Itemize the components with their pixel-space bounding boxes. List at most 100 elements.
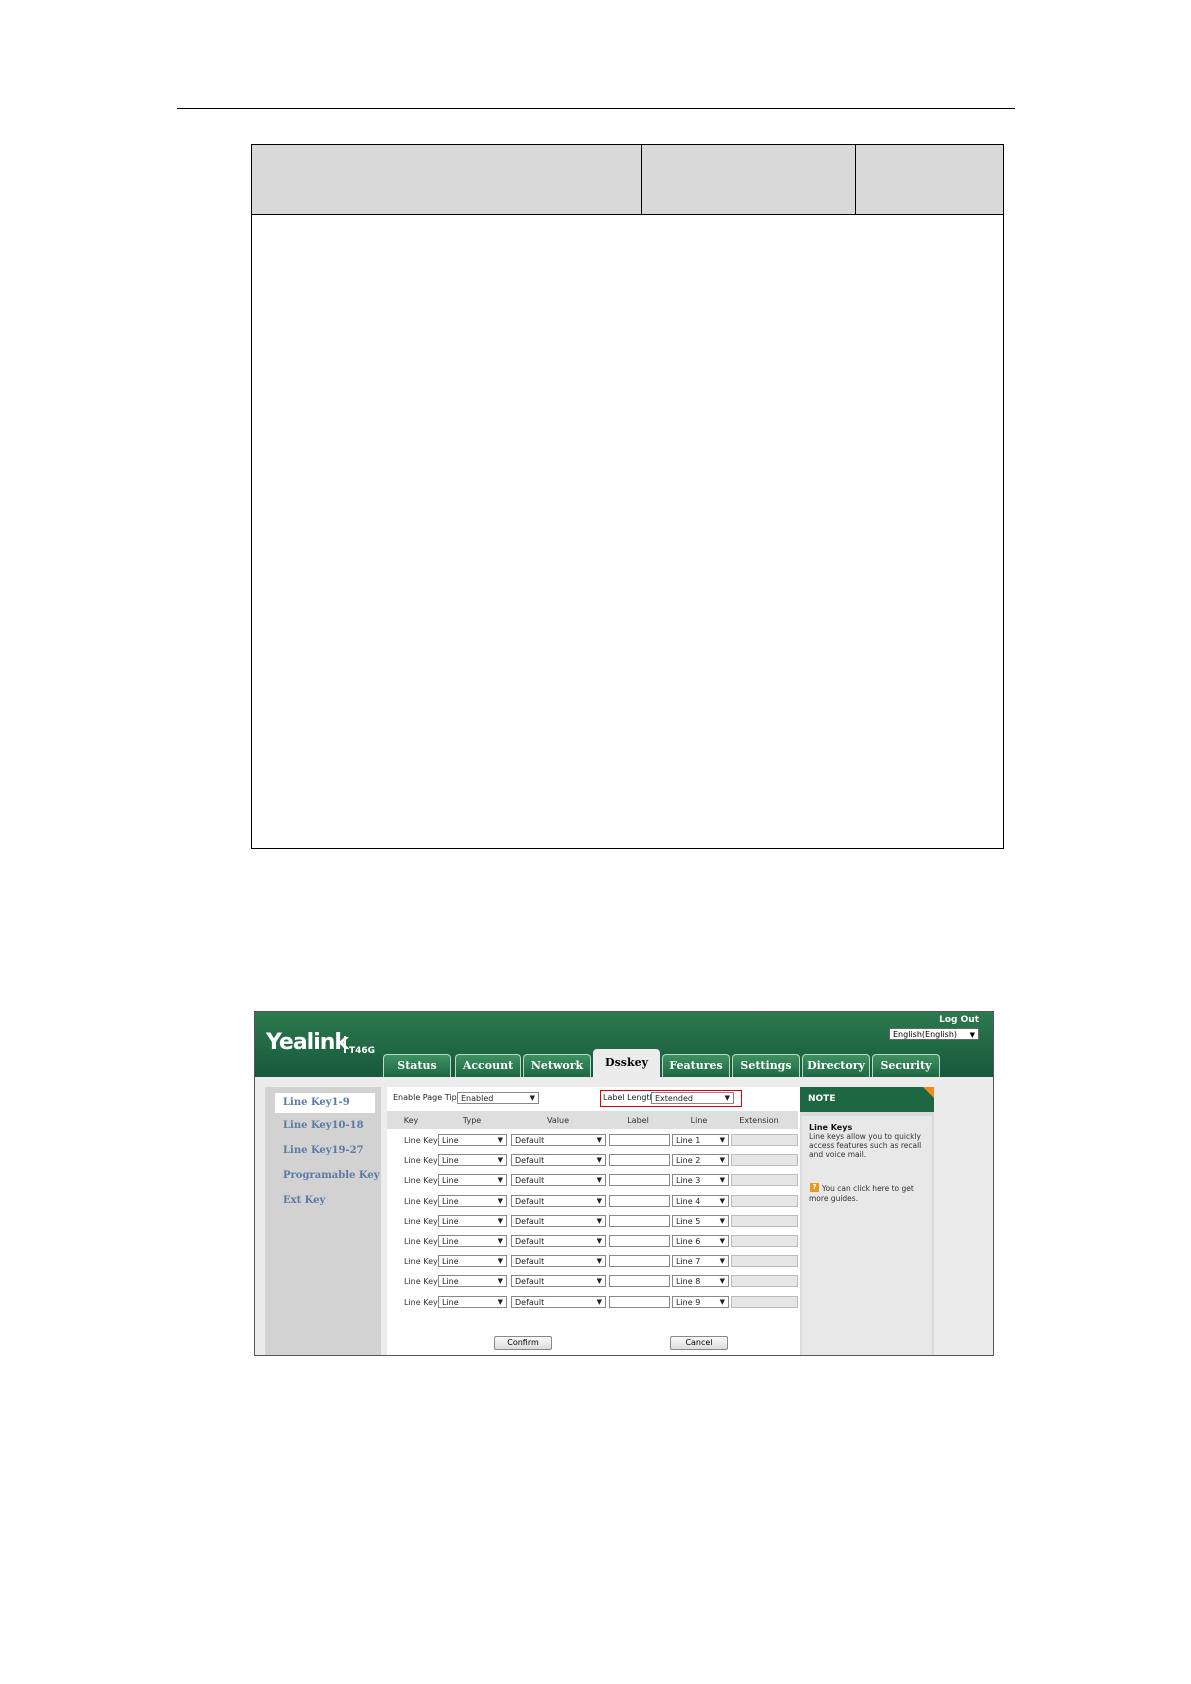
label-input[interactable] bbox=[609, 1275, 670, 1288]
type-select[interactable]: Line ▼ bbox=[438, 1154, 507, 1167]
tab-dsskey[interactable]: Dsskey bbox=[593, 1049, 660, 1077]
tab-features[interactable]: Features bbox=[662, 1054, 730, 1077]
tab-network[interactable]: Network bbox=[523, 1054, 591, 1077]
line-select[interactable]: Line 9 ▼ bbox=[672, 1295, 729, 1308]
column-header: Line bbox=[690, 1116, 708, 1125]
value-select-value: Default bbox=[515, 1277, 545, 1287]
column-header: Key bbox=[403, 1116, 419, 1125]
value-select[interactable]: Default ▼ bbox=[511, 1154, 606, 1167]
web-ui-screenshot: Yealink T46G Log Out English(English) ▼ … bbox=[254, 1011, 994, 1356]
value-select[interactable]: Default ▼ bbox=[511, 1134, 606, 1146]
value-select[interactable]: Default ▼ bbox=[511, 1174, 606, 1187]
chevron-down-icon: ▼ bbox=[719, 1297, 725, 1306]
enable-page-tips-select[interactable]: Enabled ▼ bbox=[457, 1092, 539, 1104]
chevron-down-icon: ▼ bbox=[719, 1277, 725, 1286]
chevron-down-icon: ▼ bbox=[497, 1237, 503, 1245]
value-select[interactable]: Default ▼ bbox=[511, 1275, 606, 1288]
line-select[interactable]: Line 3 ▼ bbox=[672, 1174, 729, 1187]
key-label: Line Key6 bbox=[404, 1237, 443, 1246]
type-select[interactable]: Line ▼ bbox=[438, 1174, 507, 1187]
label-length-label: Label Length bbox=[603, 1093, 655, 1102]
label-input[interactable] bbox=[609, 1154, 670, 1167]
value-select[interactable]: Default ▼ bbox=[511, 1255, 606, 1268]
chevron-down-icon: ▼ bbox=[596, 1297, 602, 1306]
type-select[interactable]: Line ▼ bbox=[438, 1214, 507, 1227]
value-select[interactable]: Default ▼ bbox=[511, 1214, 606, 1227]
line-select[interactable]: Line 2 ▼ bbox=[672, 1154, 729, 1167]
label-input[interactable] bbox=[609, 1255, 670, 1268]
tab-account[interactable]: Account bbox=[455, 1054, 521, 1077]
type-select[interactable]: Line ▼ bbox=[438, 1235, 507, 1247]
phone-model: T46G bbox=[349, 1046, 376, 1056]
type-select[interactable]: Line ▼ bbox=[438, 1275, 507, 1288]
language-value: English(English) bbox=[893, 1030, 958, 1039]
guide-link[interactable]: You can click here to get more guides. bbox=[809, 1184, 927, 1204]
line-select-value: Line 9 bbox=[676, 1297, 701, 1307]
top-header: Yealink T46G Log Out English(English) ▼ … bbox=[255, 1012, 993, 1077]
value-select[interactable]: Default ▼ bbox=[511, 1295, 606, 1308]
nav-item[interactable]: Line Key19-27 bbox=[283, 1145, 364, 1156]
column-header: Label bbox=[627, 1116, 649, 1125]
table-row: Line Key9 Line ▼ Default ▼ Line 9 ▼ bbox=[387, 1295, 798, 1310]
label-length-select[interactable]: Extended ▼ bbox=[651, 1092, 734, 1104]
note-heading: NOTE bbox=[800, 1087, 934, 1112]
type-select[interactable]: Line ▼ bbox=[438, 1134, 507, 1146]
value-select[interactable]: Default ▼ bbox=[511, 1194, 606, 1207]
table-row: Line Key5 Line ▼ Default ▼ Line 5 ▼ bbox=[387, 1214, 798, 1229]
value-select-value: Default bbox=[515, 1257, 545, 1267]
value-select[interactable]: Default ▼ bbox=[511, 1235, 606, 1247]
type-select-value: Line bbox=[442, 1136, 459, 1145]
type-select-value: Line bbox=[442, 1216, 459, 1226]
nav-item[interactable]: Ext Key bbox=[283, 1195, 325, 1206]
value-select-value: Default bbox=[515, 1237, 545, 1246]
chevron-down-icon: ▼ bbox=[497, 1277, 503, 1286]
label-input[interactable] bbox=[609, 1295, 670, 1308]
type-select[interactable]: Line ▼ bbox=[438, 1295, 507, 1308]
line-select[interactable]: Line 8 ▼ bbox=[672, 1275, 729, 1288]
chevron-down-icon: ▼ bbox=[596, 1196, 602, 1205]
note-panel: NOTE Line Keys Line keys allow you to qu… bbox=[800, 1087, 934, 1355]
confirm-button[interactable]: Confirm bbox=[494, 1336, 552, 1350]
line-select[interactable]: Line 4 ▼ bbox=[672, 1194, 729, 1207]
tab-security[interactable]: Security bbox=[872, 1054, 940, 1077]
language-select[interactable]: English(English) ▼ bbox=[889, 1028, 979, 1040]
extension-input bbox=[731, 1275, 798, 1288]
line-select[interactable]: Line 1 ▼ bbox=[672, 1134, 729, 1146]
logo-separator bbox=[344, 1036, 346, 1053]
label-input[interactable] bbox=[609, 1194, 670, 1207]
nav-item[interactable]: Line Key10-18 bbox=[283, 1120, 364, 1131]
line-select[interactable]: Line 6 ▼ bbox=[672, 1235, 729, 1247]
chevron-down-icon: ▼ bbox=[719, 1196, 725, 1205]
chevron-down-icon: ▼ bbox=[719, 1257, 725, 1266]
extension-input bbox=[731, 1194, 798, 1207]
content-area: Line Key1-9 Line Key10-18 Line Key19-27 Pro… bbox=[255, 1079, 993, 1355]
type-select[interactable]: Line ▼ bbox=[438, 1194, 507, 1207]
chevron-down-icon: ▼ bbox=[719, 1237, 725, 1245]
tab-status[interactable]: Status bbox=[383, 1054, 451, 1077]
type-select-value: Line bbox=[442, 1277, 459, 1287]
line-select[interactable]: Line 5 ▼ bbox=[672, 1214, 729, 1227]
chevron-down-icon: ▼ bbox=[596, 1136, 602, 1144]
type-select-value: Line bbox=[442, 1237, 459, 1246]
type-select[interactable]: Line ▼ bbox=[438, 1255, 507, 1268]
nav-item[interactable]: Line Key1-9 bbox=[275, 1093, 375, 1113]
nav-item[interactable]: Programable Key bbox=[283, 1170, 380, 1181]
line-select[interactable]: Line 7 ▼ bbox=[672, 1255, 729, 1268]
chevron-down-icon: ▼ bbox=[724, 1094, 730, 1102]
table-column-divider bbox=[855, 145, 856, 215]
label-input[interactable] bbox=[609, 1235, 670, 1247]
cancel-button[interactable]: Cancel bbox=[670, 1336, 728, 1350]
tab-directory[interactable]: Directory bbox=[802, 1054, 870, 1077]
logout-link[interactable]: Log Out bbox=[939, 1015, 979, 1025]
type-select-value: Line bbox=[442, 1176, 459, 1186]
key-label: Line Key4 bbox=[404, 1196, 443, 1206]
label-input[interactable] bbox=[609, 1214, 670, 1227]
column-header: Type bbox=[462, 1116, 482, 1125]
tab-settings[interactable]: Settings bbox=[732, 1054, 800, 1077]
chevron-down-icon: ▼ bbox=[497, 1196, 503, 1205]
line-select-value: Line 3 bbox=[676, 1176, 701, 1186]
label-input[interactable] bbox=[609, 1134, 670, 1146]
extension-input bbox=[731, 1235, 798, 1247]
note-corner-icon bbox=[923, 1087, 934, 1098]
label-input[interactable] bbox=[609, 1174, 670, 1187]
